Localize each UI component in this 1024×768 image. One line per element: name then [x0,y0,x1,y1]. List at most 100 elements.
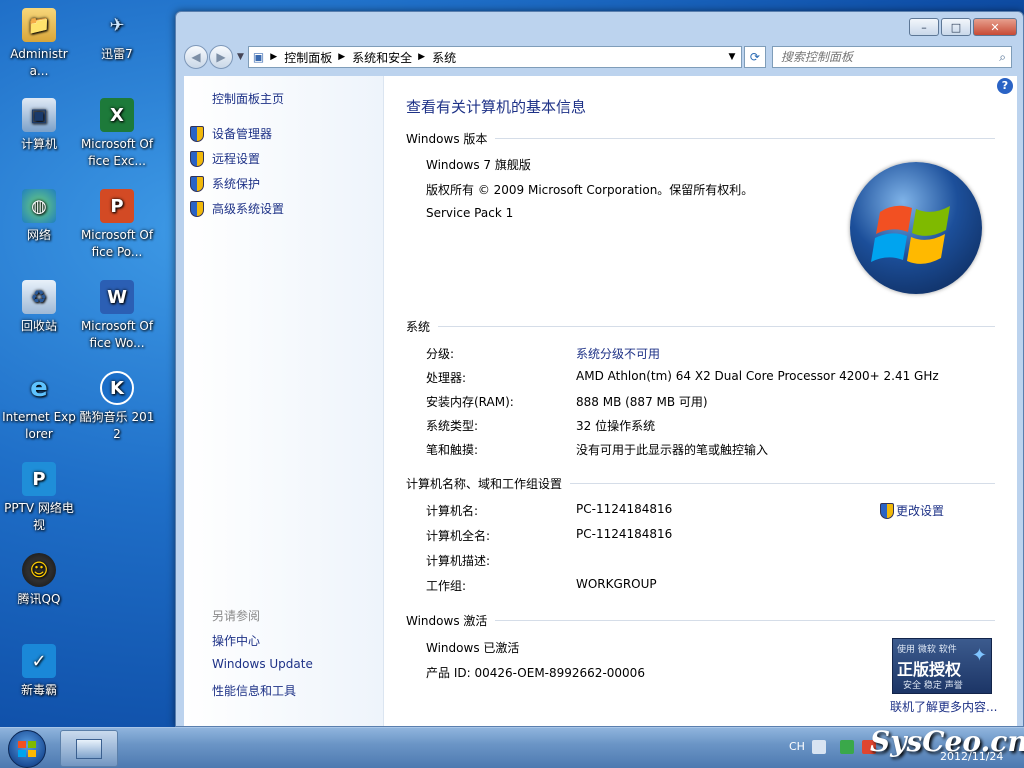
refresh-icon: ⟳ [749,50,760,64]
badge-line2: 正版授权 [897,660,962,679]
sidebar-item-system-protection[interactable]: 系统保护 [190,175,260,192]
word-icon: W [100,280,134,314]
star-icon: ✦ [971,645,987,666]
badge-line3: 安全 稳定 声誉 [903,681,963,691]
see-also-performance[interactable]: 性能信息和工具 [212,682,296,699]
system-window: – □ ✕ ◀ ▶ ▼ ▣ ▶ 控制面板 ▶ 系统和安全 ▶ 系统 ▼ ⟳ ⌕ … [175,11,1024,727]
desktop-icon-qq[interactable]: ☺ 腾讯QQ [1,553,77,608]
computer-value-workgroup: WORKGROUP [576,577,657,591]
help-icon[interactable]: ? [997,78,1013,94]
edition-copyright: 版权所有 © 2009 Microsoft Corporation。保留所有权利… [426,183,754,197]
input-language-indicator[interactable]: CH [789,740,805,753]
desktop-icon-excel[interactable]: X Microsoft Office Exc... [79,98,155,170]
refresh-button[interactable]: ⟳ [743,46,766,68]
minimize-button[interactable]: – [909,18,939,36]
windows-logo [850,162,982,294]
activation-product-id: 产品 ID: 00426-OEM-8992662-00006 [426,666,645,680]
desktop-icon-word[interactable]: W Microsoft Office Wo... [79,280,155,352]
sidebar-item-remote-settings[interactable]: 远程设置 [190,150,260,167]
badge-line1: 使用 微软 软件 [897,645,957,655]
desktop-icon-powerpoint[interactable]: P Microsoft Office Po... [79,189,155,261]
shield-icon [190,125,204,142]
sidebar-item-label: 远程设置 [212,152,261,166]
see-also-heading: 另请参阅 [212,609,261,623]
computer-label-workgroup: 工作组: [426,579,467,593]
learn-more-link[interactable]: 联机了解更多内容... [890,698,997,715]
keyboard-icon[interactable] [812,740,826,754]
breadcrumb-control-panel[interactable]: 控制面板 [284,49,332,66]
system-value-pen-touch: 没有可用于此显示器的笔或触控输入 [576,443,769,457]
maximize-button[interactable]: □ [941,18,971,36]
search-box[interactable]: ⌕ [771,46,1012,68]
section-heading: Windows 激活 [406,614,488,628]
sidebar-home-link[interactable]: 控制面板主页 [212,90,284,107]
back-button[interactable]: ◀ [184,45,208,69]
recent-pages-dropdown[interactable]: ▼ [237,52,244,62]
desktop-icon-recycle-bin[interactable]: ♻ 回收站 [1,280,77,335]
section-heading: 计算机名称、域和工作组设置 [406,477,563,491]
section-activation: Windows 激活 [406,612,995,629]
control-panel-icon [76,738,102,759]
sidebar-item-device-manager[interactable]: 设备管理器 [190,125,272,142]
sidebar: 控制面板主页 设备管理器 远程设置 系统保护 高级系统设置 另请参阅 操作中心 … [184,76,384,726]
sidebar-item-advanced-settings[interactable]: 高级系统设置 [190,200,284,217]
desktop-icon-pptv[interactable]: P PPTV 网络电视 [1,462,77,534]
activation-status: Windows 已激活 [426,641,520,655]
sidebar-item-label: 高级系统设置 [212,202,285,216]
duba-icon: ✓ [22,644,56,678]
computer-label-full-name: 计算机全名: [426,529,491,543]
windows-flag-icon [871,205,950,264]
section-system: 系统 [406,318,995,335]
shield-icon [190,175,204,192]
shield-icon [190,150,204,167]
computer-value-name: PC-1124184816 [576,502,673,516]
breadcrumb-system-security[interactable]: 系统和安全 [352,49,412,66]
edition-name: Windows 7 旗舰版 [426,158,531,172]
taskbar-control-panel-button[interactable] [60,730,118,767]
system-label-type: 系统类型: [426,419,479,433]
system-label-ram: 安装内存(RAM): [426,395,514,409]
forward-button[interactable]: ▶ [209,45,233,69]
start-button[interactable] [8,730,46,768]
powerpoint-icon: P [100,189,134,223]
forward-arrow-icon: ▶ [216,50,226,64]
address-bar[interactable]: ▣ ▶ 控制面板 ▶ 系统和安全 ▶ 系统 ▼ [247,46,742,68]
section-windows-edition: Windows 版本 [406,130,995,147]
system-value-processor: AMD Athlon(tm) 64 X2 Dual Core Processor… [576,369,939,383]
desktop-icon-thunder[interactable]: ✈ 迅雷7 [79,8,155,63]
search-icon[interactable]: ⌕ [999,50,1006,65]
clock-date[interactable]: 2012/11/24 [940,750,1003,763]
chevron-right-icon[interactable]: ▶ [418,52,425,62]
system-label-pen-touch: 笔和触摸: [426,443,479,457]
section-computer-name: 计算机名称、域和工作组设置 [406,475,995,492]
folder-user-icon: 📁 [22,8,56,42]
desktop-icon-administrator[interactable]: 📁 Administra... [1,8,77,80]
genuine-badge[interactable]: 使用 微软 软件 正版授权 安全 稳定 声誉 ✦ [892,638,992,694]
shield-icon [190,200,204,217]
control-panel-icon: ▣ [252,50,265,64]
breadcrumb-system[interactable]: 系统 [432,49,456,66]
shield-icon [880,502,894,519]
system-rating-link[interactable]: 系统分级不可用 [576,345,660,362]
desktop-icon-ie[interactable]: e Internet Explorer [1,371,77,443]
sidebar-item-label: 系统保护 [212,177,261,191]
excel-icon: X [100,98,134,132]
window-controls: – □ ✕ [909,18,1017,36]
search-input[interactable] [780,50,981,64]
action-center-icon[interactable] [840,740,854,754]
desktop-icon-computer[interactable]: ▣ 计算机 [1,98,77,153]
back-arrow-icon: ◀ [191,50,201,64]
desktop-icon-network[interactable]: ◍ 网络 [1,189,77,244]
chevron-right-icon[interactable]: ▶ [270,52,277,62]
see-also-windows-update[interactable]: Windows Update [212,657,313,671]
system-value-type: 32 位操作系统 [576,419,656,433]
desktop-icon-kugou[interactable]: K 酷狗音乐 2012 [79,371,155,443]
sidebar-item-label: 设备管理器 [212,127,273,141]
address-dropdown-icon[interactable]: ▼ [723,52,741,62]
close-button[interactable]: ✕ [973,18,1017,36]
see-also-action-center[interactable]: 操作中心 [212,632,260,649]
change-settings-link[interactable]: 更改设置 [880,502,944,519]
chevron-right-icon[interactable]: ▶ [338,52,345,62]
desktop-icon-duba[interactable]: ✓ 新毒霸 [1,644,77,699]
main-panel: ? 查看有关计算机的基本信息 Windows 版本 Windows 7 旗舰版 … [384,76,1017,726]
